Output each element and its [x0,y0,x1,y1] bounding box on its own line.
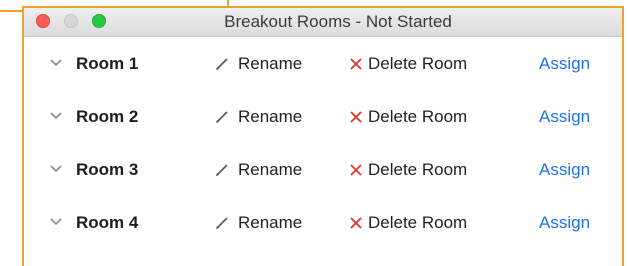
assign-link[interactable]: Assign [539,211,590,235]
pencil-icon [216,217,228,229]
pencil-icon [216,58,228,70]
room-row: Room 4 Rename Delete Room Assign [24,196,622,249]
chevron-down-icon[interactable] [50,217,62,226]
rename-label: Rename [238,160,303,179]
breakout-rooms-window: Breakout Rooms - Not Started Room 1 Rena… [22,6,624,266]
rename-label: Rename [238,213,303,232]
chevron-down-icon[interactable] [50,58,62,67]
x-icon [350,111,362,123]
assign-link[interactable]: Assign [539,105,590,129]
delete-room-label: Delete Room [368,160,468,179]
rename-label: Rename [238,107,303,126]
window-title: Breakout Rooms - Not Started [224,12,452,31]
x-icon [350,217,362,229]
room-name: Room 1 [76,54,139,73]
delete-room-label: Delete Room [368,107,468,126]
title-bar: Breakout Rooms - Not Started [24,8,622,37]
room-list: Room 1 Rename Delete Room Assign Room 2 … [24,37,622,249]
callout-line-horizontal [0,10,22,12]
room-name: Room 2 [76,107,139,126]
room-name: Room 4 [76,213,139,232]
room-name: Room 3 [76,160,139,179]
delete-room-label: Delete Room [368,54,468,73]
room-row: Room 1 Rename Delete Room Assign [24,37,622,90]
chevron-down-icon[interactable] [50,111,62,120]
x-icon [350,58,362,70]
pencil-icon [216,111,228,123]
room-row: Room 3 Rename Delete Room Assign [24,143,622,196]
chevron-down-icon[interactable] [50,164,62,173]
assign-link[interactable]: Assign [539,158,590,182]
room-row: Room 2 Rename Delete Room Assign [24,90,622,143]
assign-link[interactable]: Assign [539,52,590,76]
x-icon [350,164,362,176]
pencil-icon [216,164,228,176]
rename-label: Rename [238,54,303,73]
delete-room-label: Delete Room [368,213,468,232]
